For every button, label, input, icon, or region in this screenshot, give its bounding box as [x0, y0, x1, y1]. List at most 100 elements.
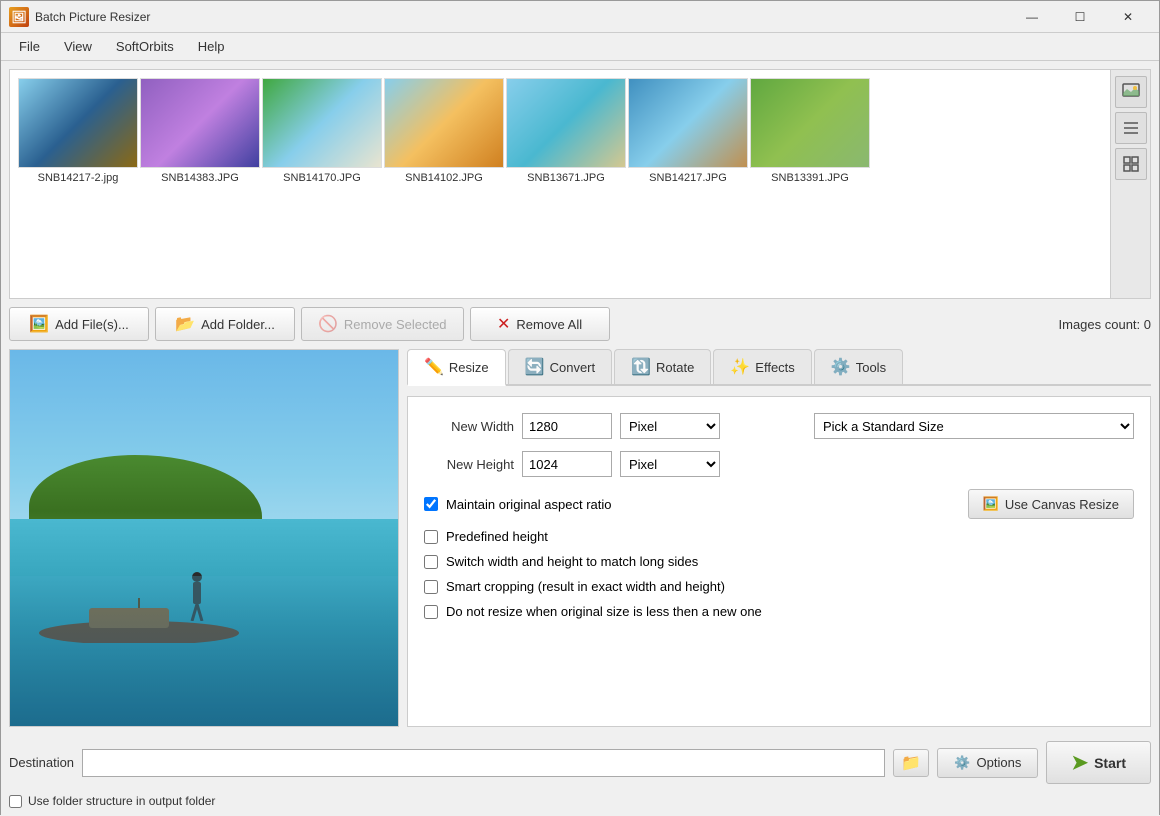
menu-file[interactable]: File: [9, 36, 50, 57]
tab-resize-label: Resize: [449, 360, 489, 375]
canvas-resize-button[interactable]: 🖼️ Use Canvas Resize: [968, 489, 1134, 519]
browse-folder-icon: 📁: [901, 753, 921, 773]
title-bar-buttons: — ☐ ✕: [1009, 1, 1151, 33]
start-button[interactable]: ➤ Start: [1046, 741, 1151, 784]
maximize-button[interactable]: ☐: [1057, 1, 1103, 33]
smart-cropping-checkbox[interactable]: [424, 580, 438, 594]
canvas-resize-label: Use Canvas Resize: [1005, 497, 1119, 512]
strip-sidebar: [1110, 70, 1150, 298]
menu-help[interactable]: Help: [188, 36, 235, 57]
use-folder-label: Use folder structure in output folder: [28, 794, 215, 808]
options-button[interactable]: ⚙️ Options: [937, 748, 1038, 778]
settings-panel: New Width Pixel Percent Inch Cm Pick a S…: [407, 396, 1151, 727]
tab-resize[interactable]: ✏️ Resize: [407, 349, 506, 386]
main-content: SNB14217-2.jpg SNB14383.JPG SNB14170.JPG…: [1, 61, 1159, 816]
image-view-icon[interactable]: [1115, 76, 1147, 108]
width-unit-select[interactable]: Pixel Percent Inch Cm: [620, 413, 720, 439]
resize-tab-icon: ✏️: [424, 357, 444, 377]
use-folder-checkbox[interactable]: [9, 795, 22, 808]
new-width-input[interactable]: [522, 413, 612, 439]
add-folder-button[interactable]: 📂 Add Folder...: [155, 307, 295, 341]
minimize-button[interactable]: —: [1009, 1, 1055, 33]
images-count: Images count: 0: [1059, 317, 1152, 332]
app-icon: 🖼: [9, 7, 29, 27]
thumb-filename: SNB13391.JPG: [771, 172, 849, 184]
bottom-section: Destination 📁 ⚙️ Options ➤ Start Use fol…: [9, 735, 1151, 808]
standard-size-select[interactable]: Pick a Standard Size: [814, 413, 1134, 439]
grid-view-icon[interactable]: [1115, 148, 1147, 180]
new-width-label: New Width: [424, 419, 514, 434]
menu-softorbits[interactable]: SoftOrbits: [106, 36, 184, 57]
do-not-resize-row: Do not resize when original size is less…: [424, 604, 1134, 619]
thumb-filename: SNB14170.JPG: [283, 172, 361, 184]
options-label: Options: [977, 755, 1022, 770]
predefined-height-row: Predefined height: [424, 529, 1134, 544]
maintain-aspect-row: Maintain original aspect ratio 🖼️ Use Ca…: [424, 489, 1134, 519]
preview-image: [10, 350, 398, 726]
menu-bar: File View SoftOrbits Help: [1, 33, 1159, 61]
tab-effects-label: Effects: [755, 360, 795, 375]
smart-cropping-row: Smart cropping (result in exact width an…: [424, 579, 1134, 594]
destination-browse-button[interactable]: 📁: [893, 749, 929, 777]
toolbar-row: 🖼️ Add File(s)... 📂 Add Folder... 🚫 Remo…: [9, 307, 1151, 341]
thumb-filename: SNB14383.JPG: [161, 172, 239, 184]
list-item[interactable]: SNB14170.JPG: [262, 78, 382, 184]
image-strip-container: SNB14217-2.jpg SNB14383.JPG SNB14170.JPG…: [9, 69, 1151, 299]
switch-width-height-label: Switch width and height to match long si…: [446, 554, 698, 569]
tab-convert[interactable]: 🔄 Convert: [508, 349, 612, 384]
thumb-filename: SNB13671.JPG: [527, 172, 605, 184]
predefined-height-checkbox[interactable]: [424, 530, 438, 544]
add-folder-label: Add Folder...: [201, 317, 275, 332]
tab-rotate-label: Rotate: [656, 360, 694, 375]
list-item[interactable]: SNB13671.JPG: [506, 78, 626, 184]
destination-label: Destination: [9, 755, 74, 770]
list-item[interactable]: SNB14217-2.jpg: [18, 78, 138, 184]
maintain-aspect-label: Maintain original aspect ratio: [446, 497, 611, 512]
new-height-label: New Height: [424, 457, 514, 472]
preview-area: [9, 349, 399, 727]
remove-all-icon: ✕: [497, 314, 510, 334]
thumb-filename: SNB14102.JPG: [405, 172, 483, 184]
tab-effects[interactable]: ✨ Effects: [713, 349, 811, 384]
do-not-resize-checkbox[interactable]: [424, 605, 438, 619]
list-view-icon[interactable]: [1115, 112, 1147, 144]
canvas-resize-icon: 🖼️: [983, 496, 999, 512]
thumb-filename: SNB14217-2.jpg: [38, 172, 119, 184]
new-height-input[interactable]: [522, 451, 612, 477]
image-strip: SNB14217-2.jpg SNB14383.JPG SNB14170.JPG…: [10, 70, 1106, 298]
convert-tab-icon: 🔄: [525, 357, 545, 377]
width-row: New Width Pixel Percent Inch Cm Pick a S…: [424, 413, 1134, 439]
close-button[interactable]: ✕: [1105, 1, 1151, 33]
options-icon: ⚙️: [954, 755, 970, 771]
tab-tools[interactable]: ⚙️ Tools: [814, 349, 903, 384]
use-folder-row: Use folder structure in output folder: [9, 794, 1151, 808]
tools-tab-icon: ⚙️: [831, 357, 851, 377]
list-item[interactable]: SNB14383.JPG: [140, 78, 260, 184]
do-not-resize-label: Do not resize when original size is less…: [446, 604, 762, 619]
height-unit-select[interactable]: Pixel Percent Inch Cm: [620, 451, 720, 477]
bottom-bar: Destination 📁 ⚙️ Options ➤ Start: [9, 735, 1151, 790]
maintain-aspect-checkbox[interactable]: [424, 497, 438, 511]
remove-selected-button[interactable]: 🚫 Remove Selected: [301, 307, 464, 341]
effects-tab-icon: ✨: [730, 357, 750, 377]
list-item[interactable]: SNB14102.JPG: [384, 78, 504, 184]
list-item[interactable]: SNB13391.JPG: [750, 78, 870, 184]
tab-convert-label: Convert: [550, 360, 596, 375]
thumb-filename: SNB14217.JPG: [649, 172, 727, 184]
add-files-button[interactable]: 🖼️ Add File(s)...: [9, 307, 149, 341]
list-item[interactable]: SNB14217.JPG: [628, 78, 748, 184]
switch-width-height-checkbox[interactable]: [424, 555, 438, 569]
start-label: Start: [1094, 755, 1126, 771]
tab-rotate[interactable]: 🔃 Rotate: [614, 349, 711, 384]
menu-view[interactable]: View: [54, 36, 102, 57]
remove-all-label: Remove All: [516, 317, 582, 332]
switch-width-height-row: Switch width and height to match long si…: [424, 554, 1134, 569]
rotate-tab-icon: 🔃: [631, 357, 651, 377]
smart-cropping-label: Smart cropping (result in exact width an…: [446, 579, 725, 594]
add-files-label: Add File(s)...: [55, 317, 129, 332]
destination-input[interactable]: [82, 749, 885, 777]
app-title: Batch Picture Resizer: [35, 10, 1009, 24]
remove-selected-label: Remove Selected: [344, 317, 447, 332]
remove-all-button[interactable]: ✕ Remove All: [470, 307, 610, 341]
add-folder-icon: 📂: [175, 314, 195, 334]
